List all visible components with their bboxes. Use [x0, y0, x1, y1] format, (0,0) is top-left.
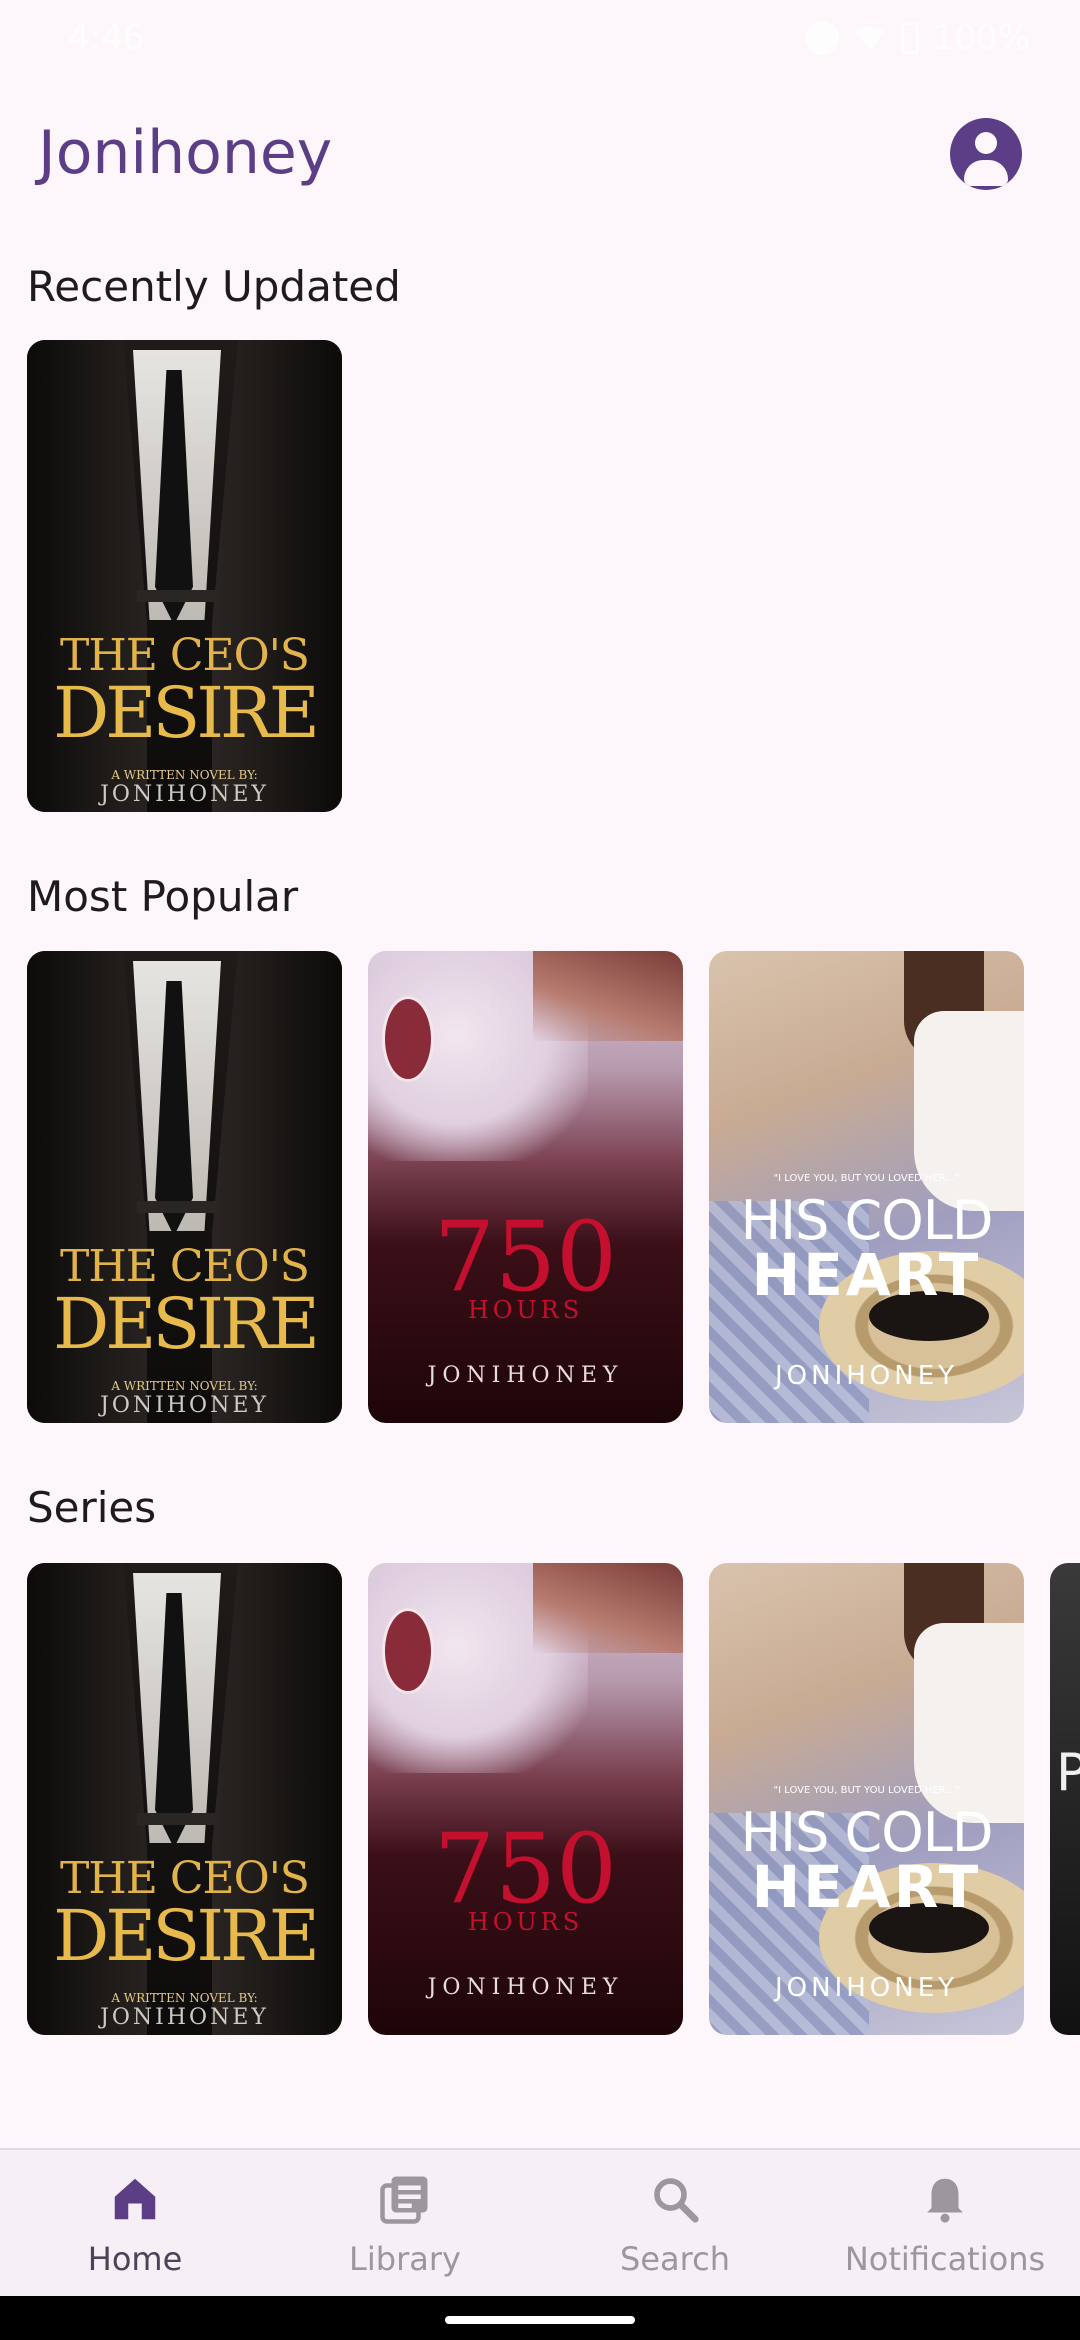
- series-row[interactable]: THE CEO'S DESIRE A WRITTEN NOVEL BY: JON…: [27, 1563, 1080, 2035]
- book-cover-750-hours[interactable]: 750 HOURS JONIHONEY: [368, 1563, 683, 2035]
- nav-notifications[interactable]: Notifications: [810, 2150, 1080, 2298]
- status-icons: 100%: [804, 18, 1030, 58]
- library-icon: [380, 2176, 428, 2224]
- nav-search-label: Search: [620, 2240, 730, 2278]
- nav-home-label: Home: [87, 2240, 183, 2278]
- status-time: 4:46: [68, 18, 145, 58]
- bottom-navigation: Home Library Search Notifications: [0, 2148, 1080, 2298]
- wifi-icon: [854, 26, 885, 50]
- account-button[interactable]: [950, 118, 1022, 190]
- gesture-bar: [0, 2296, 1080, 2340]
- book-cover-his-cold-heart[interactable]: "I LOVE YOU, BUT YOU LOVED HER..." HIS C…: [709, 951, 1024, 1423]
- nav-home[interactable]: Home: [0, 2150, 270, 2298]
- section-title-series: Series: [27, 1483, 157, 1532]
- book-cover-partial[interactable]: P: [1050, 1563, 1080, 2035]
- nav-library-label: Library: [349, 2240, 461, 2278]
- recently-updated-row[interactable]: THE CEO'S DESIRE A WRITTEN NOVEL BY: JON…: [27, 340, 1080, 812]
- nav-search[interactable]: Search: [540, 2150, 810, 2298]
- nav-library[interactable]: Library: [270, 2150, 540, 2298]
- search-icon: [654, 2178, 699, 2223]
- account-icon: [975, 132, 997, 154]
- battery-percent: 100%: [932, 18, 1030, 58]
- most-popular-row[interactable]: THE CEO'S DESIRE A WRITTEN NOVEL BY: JON…: [27, 951, 1080, 1423]
- battery-icon: [900, 22, 919, 54]
- section-title-most-popular: Most Popular: [27, 872, 299, 921]
- book-cover-750-hours[interactable]: 750 HOURS JONIHONEY: [368, 951, 683, 1423]
- section-title-recently-updated: Recently Updated: [27, 262, 401, 311]
- bell-icon: [927, 2178, 963, 2223]
- home-icon: [114, 2178, 156, 2220]
- book-cover-his-cold-heart[interactable]: "I LOVE YOU, BUT YOU LOVED HER..." HIS C…: [709, 1563, 1024, 2035]
- book-cover-ceos-desire[interactable]: THE CEO'S DESIRE A WRITTEN NOVEL BY: JON…: [27, 340, 342, 812]
- book-cover-ceos-desire[interactable]: THE CEO'S DESIRE A WRITTEN NOVEL BY: JON…: [27, 1563, 342, 2035]
- do-not-disturb-icon: [804, 21, 839, 55]
- home-gesture-handle[interactable]: [445, 2316, 635, 2324]
- app-title: Jonihoney: [38, 118, 333, 188]
- status-bar: 4:46 100%: [0, 0, 1080, 80]
- book-cover-ceos-desire[interactable]: THE CEO'S DESIRE A WRITTEN NOVEL BY: JON…: [27, 951, 342, 1423]
- nav-notifications-label: Notifications: [844, 2240, 1046, 2278]
